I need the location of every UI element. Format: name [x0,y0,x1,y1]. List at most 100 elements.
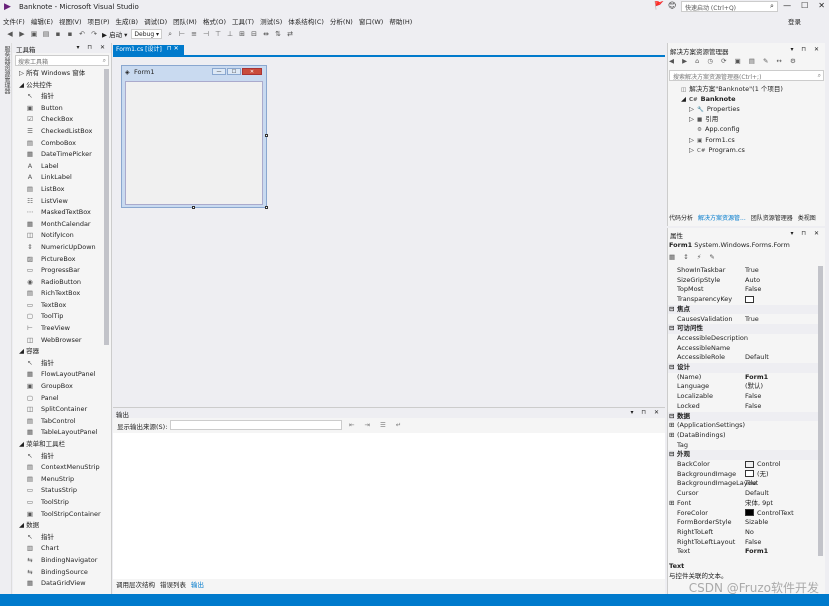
solution-tree-item[interactable]: ▷ ▣ Form1.cs [689,135,735,145]
property-row[interactable]: TransparencyKey [668,295,818,305]
menu-item[interactable]: 测试(S) [257,14,285,26]
toolbox-item[interactable]: ▭ ToolStrip [13,497,111,509]
property-value[interactable]: Default [745,489,769,499]
toolbox-item[interactable]: ⇆ BindingNavigator [13,555,111,567]
collapse-icon[interactable]: ⊟ [669,305,674,315]
toolbox-item[interactable]: ▢ Panel [13,393,111,405]
property-row[interactable]: Tag [668,441,818,451]
menu-item[interactable]: 格式(O) [200,14,229,26]
property-value[interactable]: False [745,538,761,548]
property-category[interactable]: ⊟ 可访问性 [668,324,818,334]
solution-bottom-tab[interactable]: 团队资源管理器 [751,213,793,223]
property-value[interactable]: Tile [745,479,756,489]
menu-item[interactable]: 调试(D) [141,14,170,26]
property-row[interactable]: AccessibleRole Default [668,353,818,363]
toolbox-item[interactable]: ↖ 指针 [13,91,111,103]
output-source-select[interactable] [170,420,342,430]
toolbox-item[interactable]: ▤ TabControl [13,416,111,428]
tab-order-icon[interactable]: ⇄ [286,30,294,38]
property-row[interactable]: Cursor Default [668,489,818,499]
property-value[interactable]: Form1 [745,547,768,557]
toolbox-item[interactable]: ↖ 指针 [13,451,111,463]
property-value[interactable]: False [745,392,761,402]
property-row[interactable]: FormBorderStyle Sizable [668,518,818,528]
property-row[interactable]: Localizable False [668,392,818,402]
toolbox-group[interactable]: ◢ 容器 [13,346,111,358]
order-icon[interactable]: ⇅ [274,30,282,38]
menu-item[interactable]: 帮助(H) [386,14,415,26]
expander-icon[interactable]: ▷ [689,135,697,145]
property-category[interactable]: ⊟ 设计 [668,363,818,373]
toolbox-item[interactable]: ☑ CheckBox [13,114,111,126]
solution-tree-item[interactable]: ◫ 解决方案"Banknote"(1 个项目) [673,84,783,94]
property-value[interactable]: (无) [745,470,769,480]
toolbox-group[interactable]: ◢ 公共控件 [13,80,111,92]
forward-icon[interactable]: ▶ [18,30,26,38]
spacing-icon[interactable]: ⇹ [262,30,270,38]
toolbox-item[interactable]: ⊢ TreeView [13,323,111,335]
collapse-icon[interactable]: ⊟ [669,450,674,460]
toolbox-item[interactable]: ⇆ BindingSource [13,567,111,579]
collapse-icon[interactable]: ⊟ [669,363,674,373]
start-debug-button[interactable]: ▶ 启动 ▾ [102,29,127,39]
align-center-icon[interactable]: ≡ [190,30,198,38]
property-value[interactable] [745,295,757,305]
login-link[interactable]: 登录 [788,16,801,26]
menu-item[interactable]: 文件(F) [0,14,28,26]
toolbox-item[interactable]: ☰ CheckedListBox [13,126,111,138]
output-text-area[interactable] [113,433,665,579]
solution-tree-item[interactable]: ▷ ■ 引用 [689,114,718,124]
expand-icon[interactable]: ⊞ [669,431,674,441]
property-value[interactable]: Auto [745,276,760,286]
expander-icon[interactable]: ▷ [689,114,697,124]
toolbox-item[interactable]: ◫ WebBrowser [13,335,111,347]
grid-icon[interactable]: ⊟ [250,30,258,38]
save-icon[interactable]: ▪ [54,30,62,38]
toolbox-item[interactable]: ▭ ProgressBar [13,265,111,277]
toolbox-item[interactable]: ▦ DateTimePicker [13,149,111,161]
property-value[interactable]: Control [745,460,781,470]
menu-item[interactable]: 编辑(E) [28,14,56,26]
property-row[interactable]: CausesValidation True [668,315,818,325]
undo-icon[interactable]: ↶ [78,30,86,38]
collapse-icon[interactable]: ⊟ [669,324,674,334]
expander-icon[interactable]: ◢ [681,94,689,104]
toolbox-item[interactable]: ▤ ListBox [13,184,111,196]
properties-object-select[interactable]: Form1 System.Windows.Forms.Form [669,241,790,249]
solution-tree-item[interactable]: ⚙ App.config [689,124,740,134]
property-value[interactable]: (默认) [745,382,763,392]
bottom-tab[interactable]: 错误列表 [160,579,186,589]
toolbox-item[interactable]: ▦ FlowLayoutPanel [13,369,111,381]
solution-tree-item[interactable]: ▷ C# Program.cs [689,145,745,155]
form1-client-area[interactable] [125,81,263,205]
tab-close-icon[interactable]: ⊓ ✕ [167,45,179,52]
property-row[interactable]: BackgroundImageLayout Tile [668,479,818,489]
property-row[interactable]: BackColor Control [668,460,818,470]
property-value[interactable]: False [745,402,761,412]
property-value[interactable]: True [745,315,759,325]
expander-icon[interactable]: ▷ [689,104,697,114]
save-all-icon[interactable]: ▪ [66,30,74,38]
redo-icon[interactable]: ↷ [90,30,98,38]
bottom-tab[interactable]: 输出 [191,579,204,589]
menu-item[interactable]: 视图(V) [56,14,85,26]
property-row[interactable]: AccessibleDescription [668,334,818,344]
menu-item[interactable]: 窗口(W) [356,14,387,26]
align-top-icon[interactable]: ⊤ [214,30,222,38]
toolbox-item[interactable]: ◉ RadioButton [13,277,111,289]
toolbox-item[interactable]: ◫ SplitContainer [13,404,111,416]
properties-header-buttons[interactable]: ▾ ⊓ ✕ [790,230,822,237]
property-row[interactable]: RightToLeftLayout False [668,538,818,548]
toolbox-item[interactable]: ▢ ToolTip [13,311,111,323]
feedback-icon[interactable]: 😊 [668,1,676,10]
expand-icon[interactable]: ⊞ [669,499,674,509]
menu-item[interactable]: 生成(B) [113,14,142,26]
toolbox-item[interactable]: ▦ DataGridView [13,578,111,590]
property-row[interactable]: ⊞ Font 宋体, 9pt [668,499,818,509]
property-value[interactable]: Default [745,353,769,363]
toolbox-item[interactable]: ▨ PictureBox [13,254,111,266]
align-left-icon[interactable]: ⊢ [178,30,186,38]
toolbox-item[interactable]: ↖ 指针 [13,358,111,370]
resize-handle-bottom[interactable] [192,206,195,209]
toolbox-item[interactable]: ▥ Chart [13,543,111,555]
